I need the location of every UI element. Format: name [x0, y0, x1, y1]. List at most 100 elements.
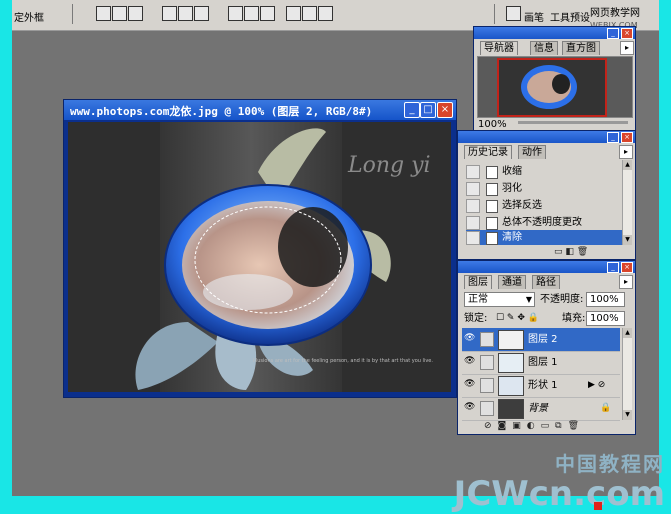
layer-name[interactable]: 形状 1 — [528, 374, 558, 397]
brushes-tab[interactable]: 画笔 — [524, 9, 544, 24]
panel-close-button[interactable]: × — [621, 28, 633, 39]
align-center-icon[interactable] — [112, 6, 127, 21]
history-checkbox[interactable] — [466, 231, 480, 245]
layer-name[interactable]: 图层 1 — [528, 351, 558, 374]
distribute-middle-icon[interactable] — [178, 6, 193, 21]
panel-titlebar[interactable]: _ × — [458, 261, 635, 273]
history-step-icon — [486, 166, 498, 179]
history-checkbox[interactable] — [466, 165, 480, 179]
arrange-icon[interactable] — [302, 6, 317, 21]
add-mask-icon[interactable]: ▣ — [512, 421, 527, 431]
adjustment-layer-icon[interactable]: ◐ — [527, 421, 541, 431]
tab-histogram[interactable]: 直方图 — [562, 41, 600, 55]
new-group-icon[interactable]: ▭ — [541, 421, 556, 431]
panel-close-button[interactable]: × — [621, 262, 633, 273]
document-titlebar[interactable]: www.photops.com龙依.jpg @ 100% (图层 2, RGB/… — [64, 100, 456, 120]
layer-row-selected[interactable]: 👁 图层 2 — [462, 328, 620, 352]
navigator-preview — [477, 56, 633, 118]
distribute-bottom-icon[interactable] — [194, 6, 209, 21]
scroll-down-icon[interactable]: ▼ — [623, 235, 632, 245]
layer-row[interactable]: 👁 背景 🔒 — [462, 397, 620, 421]
arrange-icon[interactable] — [260, 6, 275, 21]
new-layer-icon[interactable]: ⧉ — [555, 421, 567, 431]
layer-style-icon[interactable]: ◙ — [498, 421, 513, 431]
history-item-label: 总体不透明度更改 — [502, 217, 582, 228]
trash-icon[interactable]: 🗑 — [577, 247, 588, 257]
fill-field[interactable]: 100% — [586, 311, 625, 326]
palette-well-icon[interactable] — [506, 6, 521, 21]
align-left-icon[interactable] — [96, 6, 111, 21]
brush-link-icon[interactable] — [480, 332, 494, 347]
new-document-from-state-icon[interactable]: ▭ — [554, 247, 563, 257]
tab-navigator[interactable]: 导航器 — [480, 41, 518, 55]
opacity-field[interactable]: 100% — [586, 292, 625, 307]
history-item[interactable]: 选择反选 — [466, 198, 622, 213]
scroll-up-icon[interactable]: ▲ — [623, 160, 632, 170]
history-checkbox[interactable] — [466, 199, 480, 213]
panel-titlebar[interactable]: _ × — [458, 131, 635, 143]
history-item[interactable]: 总体不透明度更改 — [466, 215, 622, 230]
arrange-icon[interactable] — [286, 6, 301, 21]
zoom-slider[interactable] — [518, 121, 628, 124]
navigator-view-box[interactable] — [497, 58, 607, 117]
eye-icon[interactable]: 👁 — [464, 379, 475, 390]
panel-minimize-button[interactable]: _ — [607, 28, 619, 39]
tab-paths[interactable]: 路径 — [532, 275, 560, 289]
tab-layers[interactable]: 图层 — [464, 275, 492, 289]
tab-history[interactable]: 历史记录 — [464, 145, 512, 159]
eye-icon[interactable]: 👁 — [464, 333, 475, 344]
tab-channels[interactable]: 通道 — [498, 275, 526, 289]
trash-icon[interactable]: 🗑 — [568, 421, 585, 431]
history-item[interactable]: 收缩 — [466, 164, 622, 179]
layer-name[interactable]: 背景 — [528, 397, 548, 420]
maximize-button[interactable]: □ — [420, 102, 436, 118]
link-icon[interactable] — [480, 378, 494, 393]
document-title: www.photops.com龙依.jpg @ 100% (图层 2, RGB/… — [70, 105, 373, 118]
layer-row[interactable]: 👁 图层 1 — [462, 351, 620, 375]
arrange-icon[interactable] — [228, 6, 243, 21]
panel-menu-arrow[interactable]: ▸ — [619, 145, 633, 159]
history-step-icon — [486, 200, 498, 213]
document-window[interactable]: www.photops.com龙依.jpg @ 100% (图层 2, RGB/… — [63, 99, 457, 398]
close-button[interactable]: × — [437, 102, 453, 118]
scroll-down-icon[interactable]: ▼ — [623, 410, 632, 420]
layer-row[interactable]: 👁 形状 1 ▶ ⊘ — [462, 374, 620, 398]
layers-footer: ⊘◙▣◐▭⧉🗑 — [484, 421, 585, 431]
panel-menu-arrow[interactable]: ▸ — [620, 41, 634, 55]
layer-name[interactable]: 图层 2 — [528, 328, 558, 351]
panel-menu-arrow[interactable]: ▸ — [619, 275, 633, 289]
arrange-icon[interactable] — [318, 6, 333, 21]
distribute-top-icon[interactable] — [162, 6, 177, 21]
history-item-selected[interactable]: 清除 — [466, 230, 622, 245]
new-snapshot-icon[interactable]: ◧ — [565, 247, 574, 257]
history-scrollbar[interactable]: ▲ ▼ — [622, 160, 632, 245]
minimize-button[interactable]: _ — [404, 102, 420, 118]
layers-scrollbar[interactable]: ▲ ▼ — [622, 328, 632, 420]
link-layers-icon[interactable]: ⊘ — [484, 421, 498, 431]
history-checkbox[interactable] — [466, 216, 480, 230]
image-canvas[interactable]: Long yi Illusions are art for the feelin… — [68, 122, 451, 392]
blend-mode-select[interactable]: 正常 ▼ — [464, 292, 535, 307]
panel-titlebar[interactable]: _ × — [474, 27, 635, 39]
panel-minimize-button[interactable]: _ — [607, 262, 619, 273]
panel-close-button[interactable]: × — [621, 132, 633, 143]
panel-minimize-button[interactable]: _ — [607, 132, 619, 143]
history-item[interactable]: 羽化 — [466, 181, 622, 196]
layer-effects-icon[interactable]: ▶ ⊘ — [588, 374, 605, 397]
lock-icons[interactable]: ☐ ✎ ✥ 🔒 — [496, 312, 539, 325]
scroll-up-icon[interactable]: ▲ — [623, 328, 632, 338]
opacity-label: 不透明度: — [540, 294, 584, 305]
eye-icon[interactable]: 👁 — [464, 356, 475, 367]
fill-label: 填充: — [562, 313, 586, 324]
align-right-icon[interactable] — [128, 6, 143, 21]
link-icon[interactable] — [480, 401, 494, 416]
tool-presets-tab[interactable]: 工具预设 — [550, 9, 590, 24]
tab-actions[interactable]: 动作 — [518, 145, 546, 159]
tab-info[interactable]: 信息 — [530, 41, 558, 55]
navigator-panel: _ × 导航器 信息 直方图 ▸ 100% — [473, 26, 636, 132]
eye-icon[interactable]: 👁 — [464, 402, 475, 413]
history-checkbox[interactable] — [466, 182, 480, 196]
history-list: 收缩 羽化 选择反选 总体不透明度更改 清除 — [460, 160, 623, 245]
arrange-icon[interactable] — [244, 6, 259, 21]
link-icon[interactable] — [480, 355, 494, 370]
